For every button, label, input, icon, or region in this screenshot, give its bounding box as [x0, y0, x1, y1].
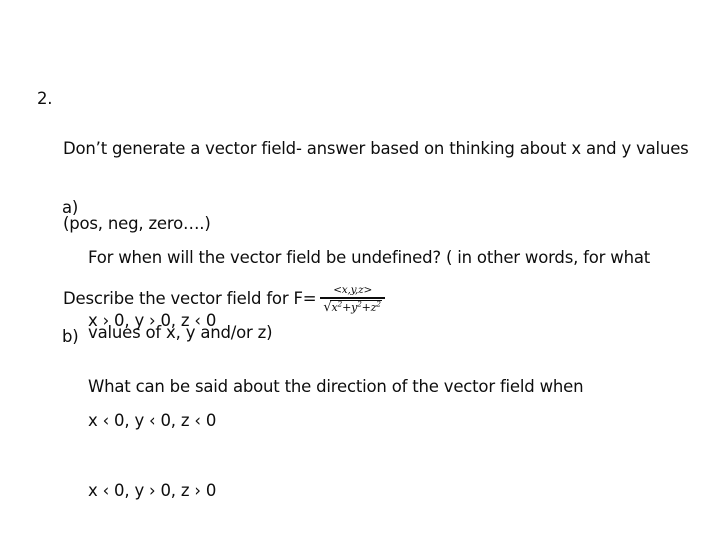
condition-line-3: x ‹ 0, y › 0, z › 0 — [88, 481, 217, 500]
part-a-line-1: For when will the vector field be undefi… — [88, 248, 651, 267]
condition-line-2: x ‹ 0, y ‹ 0, z ‹ 0 — [88, 411, 217, 430]
part-b-line-1: What can be said about the direction of … — [88, 377, 584, 396]
document-page: 2. Don’t generate a vector field- answer… — [0, 0, 706, 554]
question-number: 2. — [37, 89, 53, 108]
part-a-letter: a) — [62, 198, 79, 217]
condition-line-1: x › 0, y › 0, z ‹ 0 — [88, 311, 217, 330]
part-b-letter: b) — [62, 327, 79, 346]
